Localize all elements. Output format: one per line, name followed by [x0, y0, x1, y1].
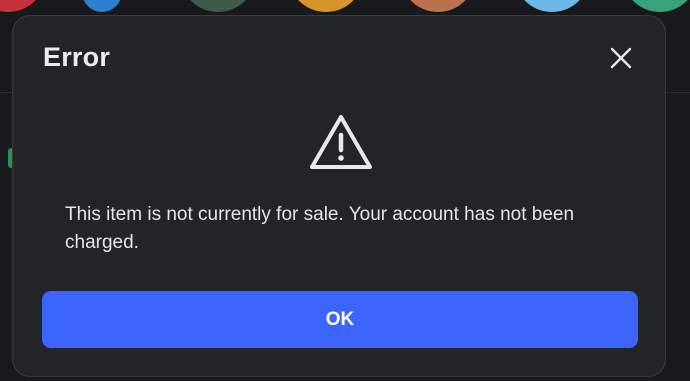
ok-button[interactable]: OK — [42, 291, 638, 348]
dialog-title: Error — [43, 42, 111, 72]
error-message: This item is not currently for sale. You… — [65, 204, 575, 253]
background-avatar — [180, 0, 256, 12]
background-avatar — [514, 0, 590, 12]
background-avatar — [0, 0, 46, 12]
error-dialog: Error This item is not currently for sal… — [12, 15, 666, 377]
close-icon — [610, 47, 632, 69]
background-avatar — [288, 0, 364, 12]
background-avatar — [622, 0, 690, 12]
background-avatar — [400, 0, 476, 12]
close-button[interactable] — [607, 44, 635, 72]
background-avatar — [82, 0, 122, 12]
warning-triangle-icon — [310, 115, 372, 169]
